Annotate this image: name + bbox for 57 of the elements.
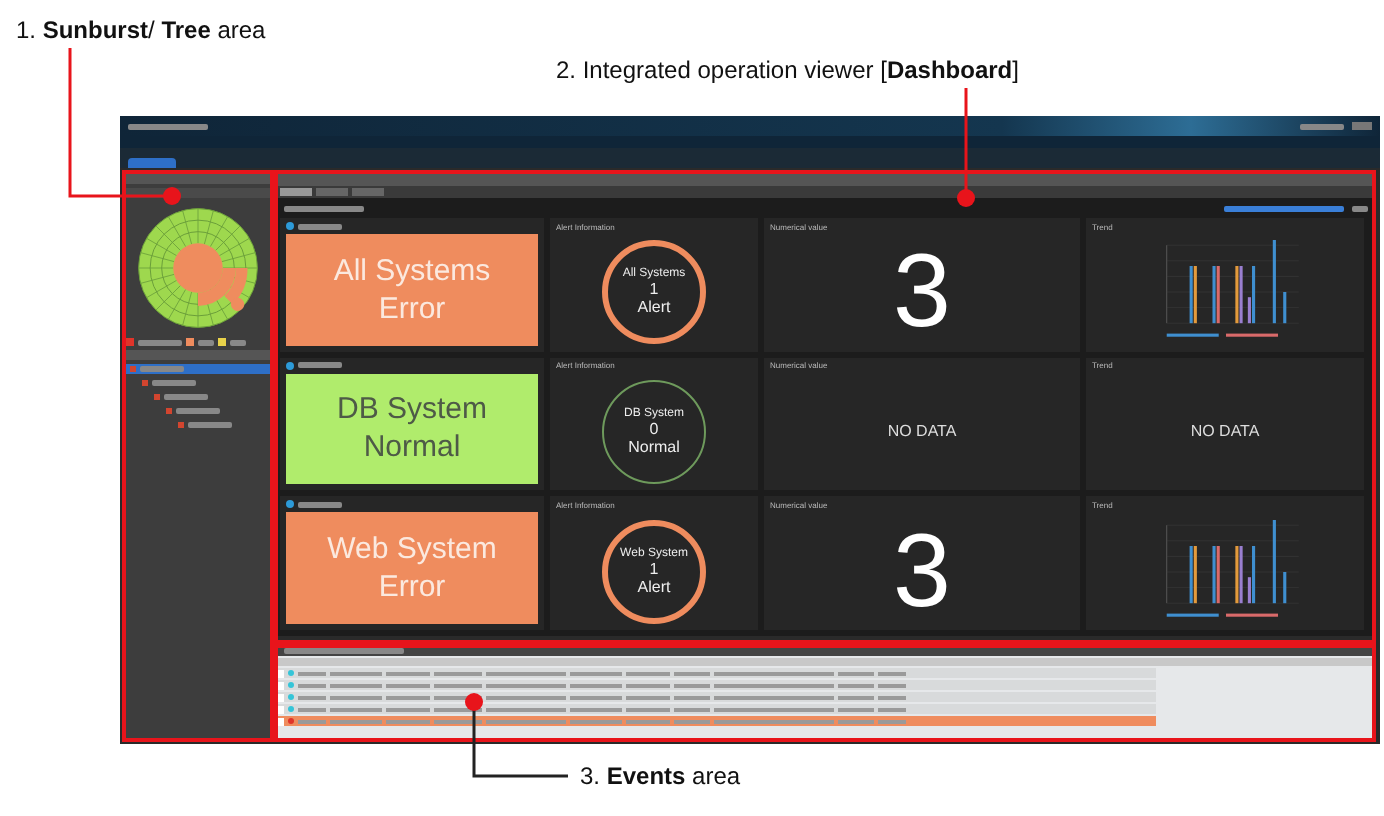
node-icon — [166, 408, 172, 414]
blurred-node-label — [176, 408, 220, 414]
blurred-title — [128, 123, 208, 129]
breadcrumb[interactable] — [284, 205, 364, 211]
alert-text: 1 — [649, 280, 659, 299]
status-icon — [286, 222, 294, 230]
checkbox[interactable] — [276, 705, 284, 713]
status-text: Error — [378, 572, 446, 603]
blurred-node-label — [140, 366, 184, 372]
status-icon — [286, 500, 294, 509]
no-data-text: NO DATA — [1190, 422, 1260, 441]
callout-label: 3. Events area — [580, 762, 741, 790]
blurred-node-label — [164, 394, 208, 400]
alert-text: 1 — [649, 559, 659, 578]
sunburst-chart-drawing[interactable] — [132, 202, 264, 334]
node-icon — [130, 366, 136, 372]
panel-header — [126, 350, 270, 360]
checkbox[interactable] — [276, 681, 284, 689]
event-row[interactable] — [276, 668, 1156, 678]
system-name: Web System — [327, 534, 497, 565]
legend-swatch — [218, 338, 226, 346]
alert-text: 0 — [649, 419, 659, 438]
callout-label: 1. Sunburst/ Tree area — [16, 16, 266, 44]
blurred-link[interactable] — [1224, 205, 1344, 211]
system-name: DB System — [336, 394, 487, 425]
no-data-text: NO DATA — [887, 422, 957, 441]
node-icon — [142, 380, 148, 386]
panel-header — [126, 174, 270, 184]
alert-text: Alert — [637, 298, 671, 317]
event-row[interactable] — [276, 704, 1156, 714]
numeric-value: 3 — [893, 519, 951, 624]
node-icon — [154, 394, 160, 400]
blurred-tile-title — [298, 223, 342, 229]
numeric-value: 3 — [893, 240, 951, 345]
event-row[interactable] — [276, 680, 1156, 690]
callout-label: 2. Integrated operation viewer [Dashboard] — [556, 56, 1019, 84]
blurred-user — [1300, 123, 1344, 129]
blurred-tile-title — [298, 362, 342, 369]
status-text: Error — [378, 293, 446, 324]
status-icon — [286, 361, 294, 370]
event-row[interactable] — [276, 692, 1156, 702]
legend-swatch — [186, 338, 194, 346]
checkbox[interactable] — [276, 717, 284, 725]
blurred-legend-text — [138, 339, 182, 345]
blurred-node-label — [152, 380, 196, 386]
blurred-tile-title — [298, 501, 342, 508]
alert-text: Normal — [628, 437, 680, 456]
checkbox[interactable] — [276, 669, 284, 677]
legend-swatch — [126, 338, 134, 346]
status-text: Normal — [363, 432, 461, 463]
checkbox[interactable] — [276, 693, 284, 701]
node-icon — [178, 422, 184, 428]
leader-line — [957, 88, 975, 207]
alert-text: Alert — [637, 577, 671, 596]
system-name: All Systems — [333, 255, 491, 286]
blurred-node-label — [188, 422, 232, 428]
filter-button[interactable] — [1352, 205, 1368, 211]
